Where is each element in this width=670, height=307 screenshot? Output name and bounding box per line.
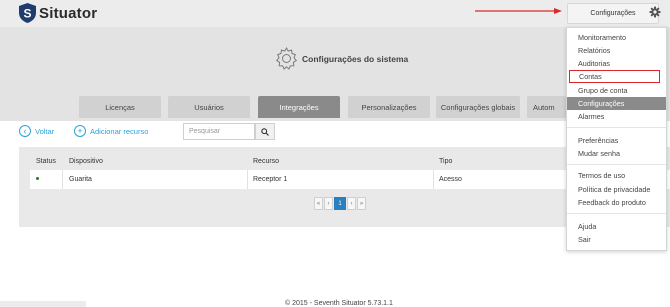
menu-item-sair[interactable]: Sair <box>567 233 666 246</box>
page-title: Configurações do sistema <box>274 46 408 71</box>
settings-gear-icon <box>275 46 298 70</box>
menu-item-monitoramento[interactable]: Monitoramento <box>567 31 666 44</box>
svg-text:S: S <box>23 7 31 21</box>
config-dropdown-menu: Monitoramento Relatórios Auditorias Cont… <box>566 27 667 251</box>
pagination-next[interactable]: › <box>347 197 356 210</box>
menu-item-auditorias[interactable]: Auditorias <box>567 57 666 70</box>
config-button[interactable]: Configurações <box>567 3 659 24</box>
chevron-left-icon: ‹ <box>19 125 31 137</box>
tab-usuarios[interactable]: Usuários <box>168 96 250 118</box>
app-logo[interactable]: S Situator <box>19 3 97 23</box>
tab-licencas[interactable]: Licenças <box>79 96 161 118</box>
plus-icon: + <box>74 125 86 137</box>
menu-item-preferencias[interactable]: Preferências <box>567 134 666 147</box>
menu-item-termos-de-uso[interactable]: Termos de uso <box>567 169 666 182</box>
tab-automacao[interactable]: Autom <box>527 96 566 118</box>
menu-item-politica-de-privacidade[interactable]: Política de privacidade <box>567 183 666 196</box>
menu-divider <box>567 127 666 128</box>
menu-item-mudar-senha[interactable]: Mudar senha <box>567 147 666 160</box>
cell-tipo: Acesso <box>439 176 462 183</box>
shield-logo-icon: S <box>19 3 36 23</box>
cell-divider <box>247 170 248 189</box>
menu-item-contas[interactable]: Contas <box>569 70 660 83</box>
footer-bar <box>0 301 86 307</box>
column-header-dispositivo[interactable]: Dispositivo <box>69 158 103 165</box>
menu-item-ajuda[interactable]: Ajuda <box>567 220 666 233</box>
tab-personalizacoes[interactable]: Personalizações <box>348 96 430 118</box>
cell-divider <box>433 170 434 189</box>
pagination-prev[interactable]: ‹ <box>324 197 333 210</box>
gear-icon[interactable] <box>649 6 661 18</box>
menu-item-grupo-de-conta[interactable]: Grupo de conta <box>567 84 666 97</box>
back-button[interactable]: ‹ Voltar <box>19 125 54 137</box>
search-button[interactable] <box>255 123 275 140</box>
add-resource-button[interactable]: + Adicionar recurso <box>74 125 148 137</box>
tab-integracoes[interactable]: Integrações <box>258 96 340 118</box>
pagination-current[interactable]: 1 <box>334 197 346 210</box>
back-label: Voltar <box>35 126 55 136</box>
status-indicator-icon <box>36 177 39 180</box>
app-name: Situator <box>39 4 98 22</box>
cell-dispositivo: Guarita <box>69 176 92 183</box>
menu-divider <box>567 164 666 165</box>
menu-divider <box>567 213 666 214</box>
search-input[interactable]: Pesquisar <box>183 123 255 140</box>
pagination: « ‹ 1 › » <box>314 197 367 210</box>
pagination-last[interactable]: » <box>357 197 366 210</box>
column-header-tipo[interactable]: Tipo <box>439 158 452 165</box>
column-header-recurso[interactable]: Recurso <box>253 158 279 165</box>
page-title-text: Configurações do sistema <box>302 53 409 64</box>
menu-item-alarmes[interactable]: Alarmes <box>567 110 666 123</box>
add-resource-label: Adicionar recurso <box>90 126 149 136</box>
tab-configuracoes-globais[interactable]: Configurações globais <box>436 96 520 118</box>
cell-recurso: Receptor 1 <box>253 176 288 183</box>
column-header-status[interactable]: Status <box>36 158 56 165</box>
cell-divider <box>62 170 63 189</box>
footer-copyright: © 2015 - Seventh Situator 5.73.1.1 <box>285 300 393 307</box>
menu-item-configuracoes[interactable]: Configurações <box>567 97 666 110</box>
menu-item-relatorios[interactable]: Relatórios <box>567 44 666 57</box>
pagination-first[interactable]: « <box>314 197 323 210</box>
annotation-arrow-icon <box>475 8 562 14</box>
menu-item-feedback-do-produto[interactable]: Feedback do produto <box>567 196 666 209</box>
search-icon <box>261 127 269 136</box>
